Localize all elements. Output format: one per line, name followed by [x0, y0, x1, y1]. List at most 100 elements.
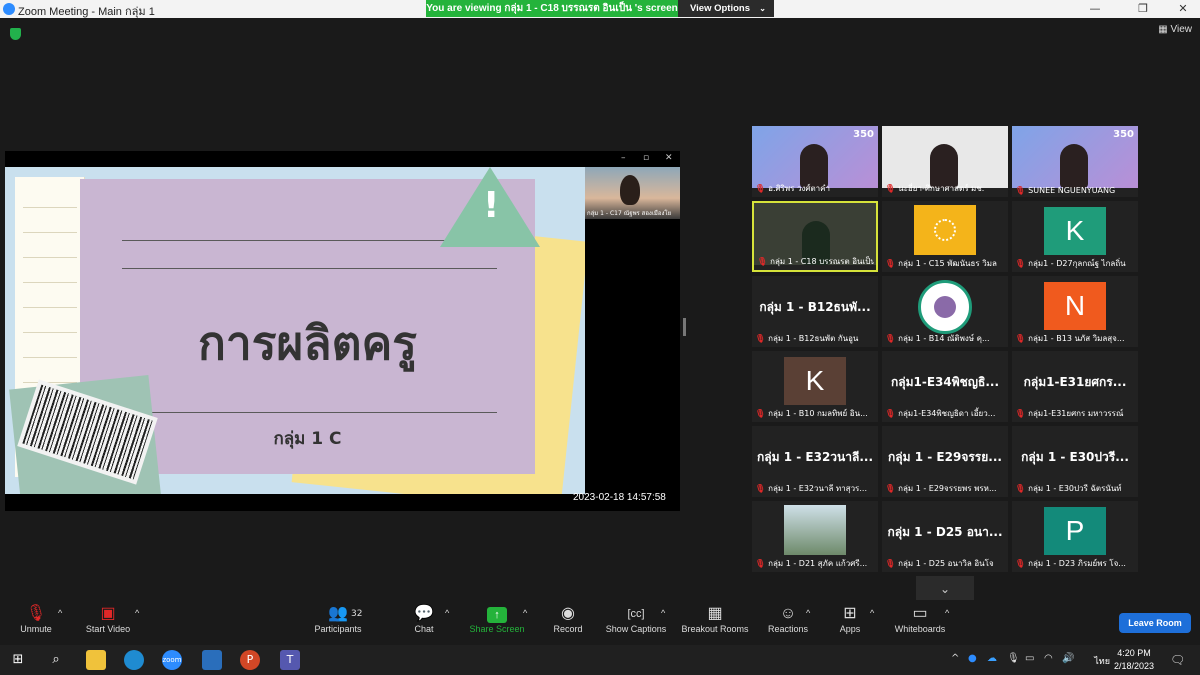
participant-tile[interactable]: กลุ่ม1-E34พิชญธิ... 🎙 กลุ่ม1-E34พิชญธิดา เ…	[882, 351, 1008, 422]
share-screen-button[interactable]: ↑ Share Screen	[467, 604, 527, 634]
show-captions-label: Show Captions	[605, 624, 667, 634]
search-icon[interactable]: ⌕	[46, 650, 66, 670]
edge-browser-icon[interactable]	[124, 650, 144, 670]
unmute-button[interactable]: 🎙 Unmute	[14, 604, 58, 634]
participant-tile[interactable]: กลุ่ม 1 - E32วนาลี... 🎙 กลุ่ม 1 - E32วนาลี…	[752, 426, 878, 497]
chat-label: Chat	[414, 624, 434, 634]
view-label: View	[1170, 24, 1193, 35]
volume-icon[interactable]: 🔊	[1062, 653, 1074, 664]
muted-mic-icon: 🎙	[1015, 409, 1026, 418]
wifi-icon[interactable]: ◠	[1044, 653, 1053, 664]
muted-mic-icon: 🎙	[1015, 334, 1026, 343]
view-options-label: View Options	[690, 3, 751, 14]
language-indicator[interactable]: ไทย	[1094, 654, 1110, 668]
photos-app-icon[interactable]	[202, 650, 222, 670]
video-options-caret[interactable]: ^	[135, 608, 139, 618]
participant-tile[interactable]: 350 🎙 อ.ศิริพร วงศ์ตาคำ	[752, 126, 878, 197]
reactions-button[interactable]: ☺ Reactions	[766, 604, 810, 634]
close-button[interactable]: ✕	[1168, 0, 1198, 18]
captions-icon: [cc]	[627, 608, 645, 620]
shared-close-icon: ✕	[665, 153, 673, 163]
microphone-tray-icon[interactable]: 🎙	[1007, 653, 1020, 664]
presenter-video-thumbnail[interactable]: กลุ่ม 1 - C17 ณัฐพร สองเมืองโย	[585, 167, 680, 219]
captions-options-caret[interactable]: ^	[661, 608, 665, 618]
muted-mic-icon: 🎙	[25, 605, 47, 622]
zoom-tray-icon[interactable]: ●	[968, 653, 977, 664]
participant-video: 350	[752, 126, 878, 188]
share-options-caret[interactable]: ^	[523, 608, 527, 618]
participant-label: 🎙 กลุ่ม1-E31ยศกร มหาวรรณ์	[1015, 407, 1136, 420]
system-clock[interactable]: 4:20 PM 2/18/2023	[1114, 647, 1154, 673]
notifications-icon[interactable]: 🗨	[1170, 653, 1185, 667]
participant-tile[interactable]: 350 🎙 SUNEE NGUENYUANG	[1012, 126, 1138, 197]
muted-mic-icon: 🎙	[885, 484, 896, 493]
zoom-logo-icon	[3, 3, 15, 15]
tray-overflow-icon[interactable]: ^	[951, 653, 959, 664]
participant-tile[interactable]: 🎙 กลุ่ม 1 - C18 บรรณรต อินเป็น	[752, 201, 878, 272]
participant-name: กลุ่ม1-E31ยศกร มหาวรรณ์	[1028, 409, 1124, 418]
participant-label: 🎙 กลุ่ม 1 - D23 ภิรมย์พร โจ...	[1015, 557, 1136, 570]
video-off-icon: ▣	[100, 605, 116, 622]
participant-label: 🎙 กลุ่ม 1 - E30ปวรี ฉัตรนันท์	[1015, 482, 1136, 495]
view-options-button[interactable]: View Options ⌄	[678, 0, 774, 17]
participant-display-name: กลุ่ม1-E31ยศกร...	[1023, 375, 1127, 389]
participant-tile[interactable]: K 🎙 กลุ่ม 1 - B10 กมลทิพย์ อิน...	[752, 351, 878, 422]
apps-options-caret[interactable]: ^	[870, 608, 874, 618]
shield-icon[interactable]	[10, 28, 21, 40]
participant-name: นะฮี่ยา-ศึกษาศาสตร์ มช.	[898, 184, 985, 193]
participant-tile[interactable]: 🎙 นะฮี่ยา-ศึกษาศาสตร์ มช.	[882, 126, 1008, 197]
whiteboard-icon: ▭	[912, 605, 928, 622]
participant-label: 🎙 กลุ่ม 1 - E29จรรยพร พรห...	[885, 482, 1006, 495]
powerpoint-icon[interactable]: P	[240, 650, 260, 670]
breakout-rooms-icon: ▦	[707, 605, 723, 622]
muted-mic-icon: 🎙	[885, 334, 896, 343]
breakout-rooms-button[interactable]: ▦ Breakout Rooms	[680, 604, 750, 634]
reactions-options-caret[interactable]: ^	[806, 608, 810, 618]
participant-tile[interactable]: กลุ่ม 1 - B12ธนพั... 🎙 กลุ่ม 1 - B12ธนพัต …	[752, 276, 878, 347]
participant-display-name: กลุ่ม1-E34พิชญธิ...	[890, 375, 1000, 389]
participant-tile[interactable]: 🎙 กลุ่ม 1 - D21 สุภัค แก้วศรี...	[752, 501, 878, 572]
participant-tile[interactable]: 🎙 กลุ่ม 1 - B14 ณัติพงษ์ คุ...	[882, 276, 1008, 347]
apps-button[interactable]: ⊞ Apps	[838, 604, 862, 634]
participant-tile[interactable]: กลุ่ม1-E31ยศกร... 🎙 กลุ่ม1-E31ยศกร มหาวรรณ…	[1012, 351, 1138, 422]
participant-tile[interactable]: กลุ่ม 1 - D25 อนา... 🎙 กลุ่ม 1 - D25 อนาวิ…	[882, 501, 1008, 572]
whiteboards-options-caret[interactable]: ^	[945, 608, 949, 618]
participant-name: SUNEE NGUENYUANG	[1028, 186, 1116, 195]
muted-mic-icon: 🎙	[755, 184, 766, 193]
windows-start-icon[interactable]: ⊞	[8, 650, 28, 670]
start-video-button[interactable]: ▣ Start Video	[80, 604, 136, 634]
maximize-button[interactable]: ❐	[1128, 0, 1158, 18]
chat-button[interactable]: 💬 Chat	[410, 604, 438, 634]
onedrive-icon[interactable]: ☁	[987, 653, 997, 664]
participant-label: 🎙 กลุ่ม 1 - D21 สุภัค แก้วศรี...	[755, 557, 876, 570]
gallery-next-page-button[interactable]: ⌄	[916, 576, 974, 602]
windows-taskbar: ⊞ ⌕ zoom P T ^ ● ☁ 🎙 ▭ ◠ 🔊 ไทย 4:20 PM 2…	[0, 645, 1200, 675]
reactions-label: Reactions	[767, 624, 809, 634]
participant-tile[interactable]: 🎙 กลุ่ม 1 - C15 พัฒนันธร วิมล	[882, 201, 1008, 272]
participant-name: กลุ่ม 1 - B10 กมลทิพย์ อิน...	[768, 409, 868, 418]
split-handle[interactable]	[683, 318, 686, 336]
zoom-app-icon[interactable]: zoom	[162, 650, 182, 670]
participant-tile[interactable]: กลุ่ม 1 - E30ปวรี... 🎙 กลุ่ม 1 - E30ปวรี ฉ…	[1012, 426, 1138, 497]
participant-tile[interactable]: N 🎙 กลุ่ม1 - B13 นภัส วิมลสุจ...	[1012, 276, 1138, 347]
viewing-banner: You are viewing กลุ่ม 1 - C18 บรรณรต อิน…	[426, 0, 678, 17]
file-explorer-icon[interactable]	[86, 650, 106, 670]
participant-tile[interactable]: K 🎙 กลุ่ม1 - D27กุลกณ์ฐ ไกลถิ่น	[1012, 201, 1138, 272]
show-captions-button[interactable]: [cc] Show Captions	[604, 604, 668, 634]
participant-label: 🎙 กลุ่ม1 - D27กุลกณ์ฐ ไกลถิ่น	[1015, 257, 1136, 270]
grid-icon: ▦	[1158, 24, 1171, 35]
participant-name: กลุ่ม 1 - C15 พัฒนันธร วิมล	[898, 259, 997, 268]
leave-room-button[interactable]: Leave Room	[1119, 613, 1191, 633]
record-button[interactable]: ◉ Record	[550, 604, 586, 634]
chat-options-caret[interactable]: ^	[445, 608, 449, 618]
participant-tile[interactable]: P 🎙 กลุ่ม 1 - D23 ภิรมย์พร โจ...	[1012, 501, 1138, 572]
logo-text: 350	[853, 129, 874, 140]
battery-icon[interactable]: ▭	[1025, 653, 1034, 664]
teams-icon[interactable]: T	[280, 650, 300, 670]
minimize-button[interactable]: —	[1080, 0, 1110, 18]
audio-options-caret[interactable]: ^	[58, 608, 62, 618]
view-button[interactable]: ▦ View	[1158, 24, 1192, 35]
participant-tile[interactable]: กลุ่ม 1 - E29จรรย... 🎙 กลุ่ม 1 - E29จรรยพร…	[882, 426, 1008, 497]
whiteboards-button[interactable]: ▭ Whiteboards	[892, 604, 948, 634]
apps-icon: ⊞	[843, 605, 857, 622]
